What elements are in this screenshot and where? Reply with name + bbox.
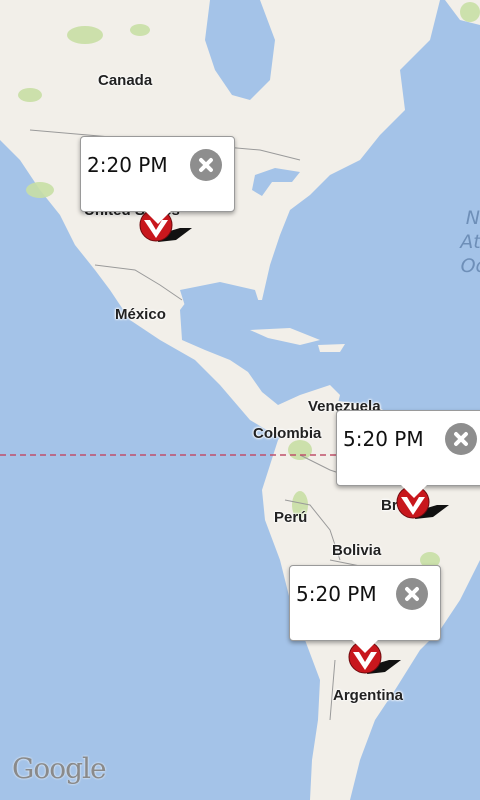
gulf-of-mexico xyxy=(180,282,262,332)
popup-time: 2:20 PM xyxy=(87,153,168,177)
label-ocean-line1: N xyxy=(465,207,480,229)
close-icon[interactable] xyxy=(396,578,428,610)
time-popup[interactable]: 2:20 PM xyxy=(80,136,235,224)
time-popup[interactable]: 5:20 PM xyxy=(336,410,480,498)
map-base xyxy=(0,0,480,800)
popup-tail xyxy=(352,640,378,653)
popup-time: 5:20 PM xyxy=(296,582,377,606)
label-mexico: México xyxy=(115,306,166,323)
label-ocean-line2: Atl xyxy=(460,231,480,253)
label-bolivia: Bolivia xyxy=(332,542,382,559)
label-argentina: Argentina xyxy=(333,687,404,704)
google-attribution: Google xyxy=(12,752,107,785)
close-icon[interactable] xyxy=(445,423,477,455)
cuba xyxy=(250,328,320,345)
label-peru: Perú xyxy=(274,509,308,526)
label-canada: Canada xyxy=(98,72,153,89)
label-colombia: Colombia xyxy=(253,425,322,442)
popup-tail xyxy=(145,211,171,224)
popup-time: 5:20 PM xyxy=(343,427,424,451)
close-icon[interactable] xyxy=(190,149,222,181)
hispaniola xyxy=(318,344,345,352)
map-view[interactable]: Canada México Venezuela Colombia Perú Bo… xyxy=(0,0,480,800)
popup-tail xyxy=(401,485,427,498)
time-popup[interactable]: 5:20 PM xyxy=(289,565,441,653)
label-ocean: N Atl Oc xyxy=(440,206,480,278)
label-ocean-line3: Oc xyxy=(460,255,480,277)
